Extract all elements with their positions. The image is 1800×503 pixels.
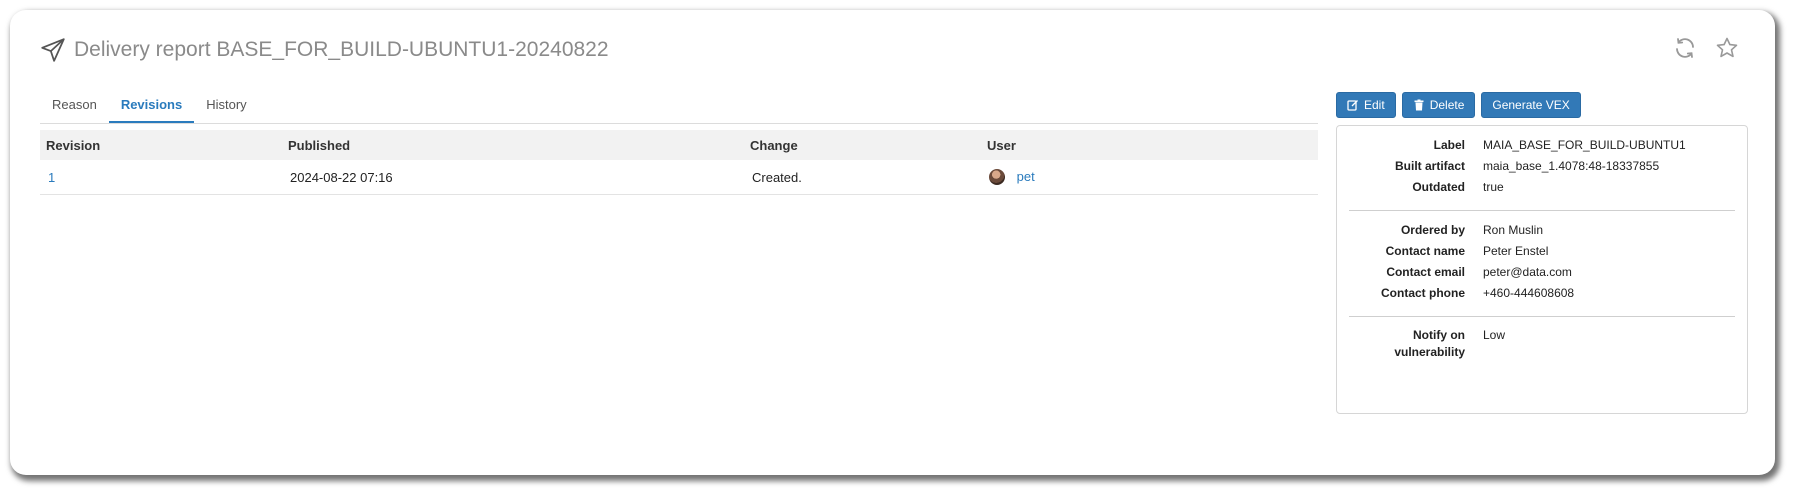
details-panel: Label MAIA_BASE_FOR_BUILD-UBUNTU1 Built … (1336, 125, 1748, 414)
column-header-published: Published (282, 130, 744, 160)
delete-button[interactable]: Delete (1401, 92, 1476, 118)
tab-history[interactable]: History (194, 87, 258, 123)
detail-label-value: MAIA_BASE_FOR_BUILD-UBUNTU1 (1483, 138, 1686, 152)
tab-bar: Reason Revisions History (40, 87, 1318, 124)
revision-link[interactable]: 1 (48, 170, 55, 185)
edit-icon (1347, 100, 1358, 111)
published-cell: 2024-08-22 07:16 (282, 160, 744, 195)
detail-label-key: Label (1433, 138, 1465, 152)
detail-notify-value: Low (1483, 328, 1506, 342)
paper-plane-icon (41, 38, 65, 62)
generate-vex-button[interactable]: Generate VEX (1481, 92, 1581, 118)
table-row: 1 2024-08-22 07:16 Created. pet (40, 160, 1318, 195)
detail-notify-key-line1: Notify on (1413, 328, 1465, 342)
detail-contact-email-value: peter@data.com (1483, 265, 1572, 279)
avatar (989, 169, 1005, 186)
column-header-user: User (981, 130, 1318, 160)
detail-notify-key: Notify on vulnerability (1345, 327, 1465, 361)
divider (1349, 210, 1735, 211)
detail-contact-phone-value: +460-444608608 (1483, 286, 1575, 300)
detail-contact-email-key: Contact email (1386, 265, 1465, 279)
refresh-icon[interactable] (1673, 36, 1697, 60)
user-link[interactable]: pet (1017, 169, 1035, 184)
page-header: Delivery report BASE_FOR_BUILD-UBUNTU1-2… (40, 37, 609, 63)
detail-ordered-by-key: Ordered by (1400, 223, 1465, 237)
detail-built-artifact-key: Built artifact (1394, 159, 1465, 173)
change-cell: Created. (744, 160, 981, 195)
user-cell: pet (981, 160, 1318, 195)
trash-icon (1414, 99, 1424, 111)
detail-ordered-by-value: Ron Muslin (1483, 223, 1544, 237)
divider (1349, 316, 1735, 317)
table-header-row: Revision Published Change User (40, 130, 1318, 160)
edit-button-label: Edit (1364, 98, 1385, 112)
built-artifact-link[interactable]: maia_base_1.4078:48-18337855 (1483, 158, 1659, 175)
tab-reason[interactable]: Reason (40, 87, 109, 123)
detail-outdated-key: Outdated (1412, 180, 1465, 194)
revisions-table: Revision Published Change User 1 2024-08… (40, 130, 1318, 195)
tab-revisions[interactable]: Revisions (108, 87, 195, 123)
generate-vex-button-label: Generate VEX (1492, 98, 1570, 112)
page-title: Delivery report BASE_FOR_BUILD-UBUNTU1-2… (74, 38, 609, 61)
detail-contact-name-value: Peter Enstel (1483, 244, 1549, 258)
detail-contact-name-key: Contact name (1385, 244, 1465, 258)
detail-contact-phone-key: Contact phone (1381, 286, 1465, 300)
header-actions (1673, 36, 1739, 60)
column-header-change: Change (744, 130, 981, 160)
report-window: Delivery report BASE_FOR_BUILD-UBUNTU1-2… (10, 10, 1775, 475)
revision-cell: 1 (40, 160, 282, 195)
column-header-revision: Revision (40, 130, 282, 160)
detail-notify-key-line2: vulnerability (1394, 345, 1465, 359)
delete-button-label: Delete (1429, 98, 1465, 112)
edit-button[interactable]: Edit (1336, 92, 1396, 118)
detail-outdated-value: true (1483, 180, 1504, 194)
action-buttons: Edit Delete Generate VEX (1336, 92, 1581, 118)
star-icon[interactable] (1715, 36, 1739, 60)
